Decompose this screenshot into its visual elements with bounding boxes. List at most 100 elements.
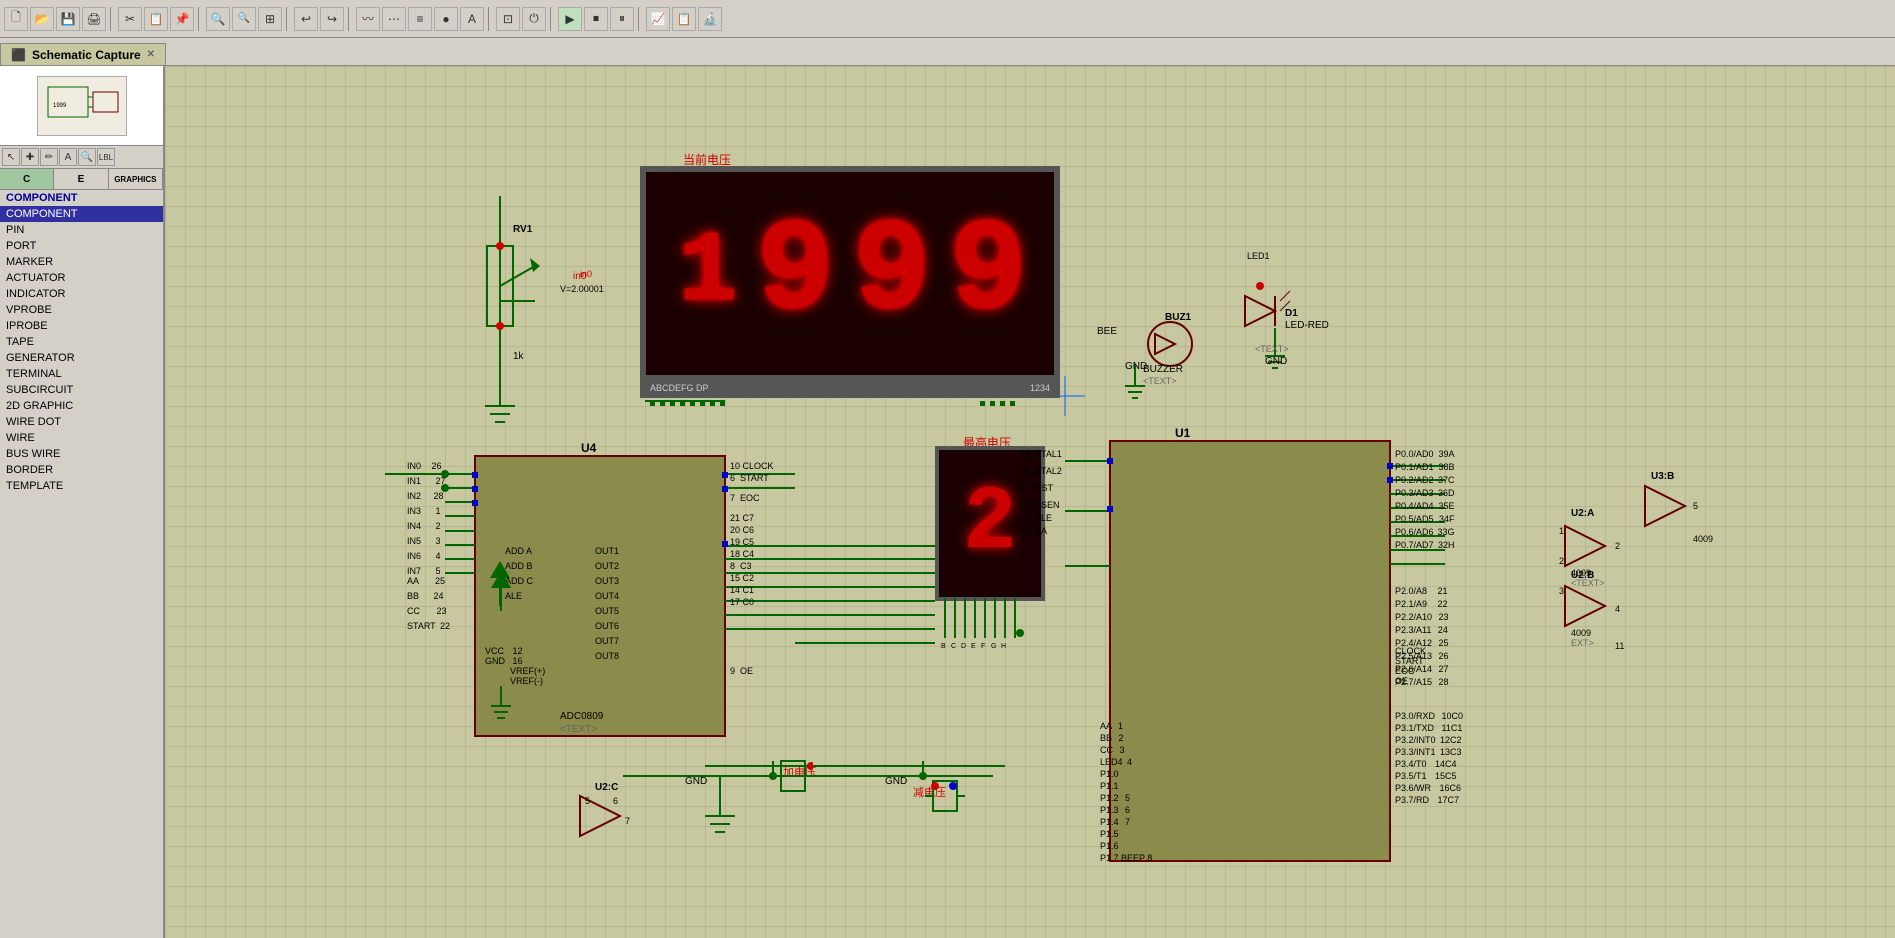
save-btn[interactable]: 💾 [56,7,80,31]
u4-left-pins-2: AA 25 BB 24 CC 23 START 22 [407,576,450,631]
pause-btn[interactable]: ⏸ [610,7,634,31]
log-btn[interactable]: 📋 [672,7,696,31]
new-btn[interactable]: 🗋 [4,7,28,31]
left-panel: 1999 ↖ ✚ ✏ A 🔍 LBL C E GRAPHIC [0,66,165,938]
u3b-label: U3:B [1651,471,1674,482]
vcc-power-symbol [481,561,521,611]
cut-btn[interactable]: ✂ [118,7,142,31]
sep3 [286,7,290,31]
lbl-tool[interactable]: LBL [97,148,115,166]
comp-item-wire[interactable]: WIRE [0,430,163,446]
left-tools: ↖ ✚ ✏ A 🔍 LBL [0,146,163,169]
rv1-value: V=2.00001 [560,284,604,294]
u2b-bot: 11 [1615,641,1624,651]
zoom-in-btn[interactable]: 🔍 [206,7,230,31]
zoom-tool[interactable]: 🔍 [78,148,96,166]
svg-text:G: G [991,643,996,650]
seg-display-pins [640,396,1060,411]
undo-btn[interactable]: ↩ [294,7,318,31]
comp-item-buswire[interactable]: BUS WIRE [0,446,163,462]
u4-chip: ADC0809 [560,711,603,722]
gnd-symbol-u4 [481,686,521,736]
u1-left-pins: 19 18 9 29 30 31 [1020,449,1030,536]
comp-item-generator[interactable]: GENERATOR [0,350,163,366]
u2c-in: 5 [585,796,590,806]
text-tool[interactable]: A [59,148,77,166]
u2a-in2: 2 [1559,556,1564,566]
cat-tab-e[interactable]: E [54,169,108,189]
net-btn[interactable]: ⋯ [382,7,406,31]
comp-item-indicator[interactable]: INDICATOR [0,286,163,302]
u2c-in2: 6 [613,796,618,806]
cat-tab-graphics[interactable]: GRAPHICS [109,169,163,189]
component-section-label: COMPONENT [0,190,163,206]
u1-label: U1 [1175,426,1190,440]
comp-item-pin[interactable]: PIN [0,222,163,238]
move-tool[interactable]: ✚ [21,148,39,166]
svg-text:C: C [951,643,956,650]
component-btn[interactable]: ⊡ [496,7,520,31]
bus-btn[interactable]: ≡ [408,7,432,31]
comp-item-iprobe[interactable]: IPROBE [0,318,163,334]
buzzer-placeholder: <TEXT> [1143,376,1177,386]
paste-btn[interactable]: 📌 [170,7,194,31]
d1-label: D1 [1285,308,1298,319]
schematic-tab[interactable]: ⬛ Schematic Capture ✕ [0,43,166,65]
zoom-fit-btn[interactable]: ⊞ [258,7,282,31]
tab-close-btn[interactable]: ✕ [147,49,155,60]
u4-bottom-pins: VCC 12 GND 16 [485,646,523,666]
redo-btn[interactable]: ↪ [320,7,344,31]
comp-item-template[interactable]: TEMPLATE [0,478,163,494]
comp-item-border[interactable]: BORDER [0,462,163,478]
svg-text:B: B [941,643,946,650]
print-btn[interactable]: 🖨 [82,7,106,31]
select-tool[interactable]: ↖ [2,148,20,166]
u4-oe-pin: 9 OE [730,666,753,676]
comp-item-2dgraphic[interactable]: 2D GRAPHIC [0,398,163,414]
probe-btn[interactable]: 🔬 [698,7,722,31]
wire-btn[interactable]: 〰 [356,7,380,31]
open-btn[interactable]: 📂 [30,7,54,31]
comp-item-actuator[interactable]: ACTUATOR [0,270,163,286]
comp-item-vprobe[interactable]: VPROBE [0,302,163,318]
comp-item-component[interactable]: COMPONENT [0,206,163,222]
d1-text-placeholder: <TEXT> [1255,344,1289,354]
draw-tool[interactable]: ✏ [40,148,58,166]
u2c-label: U2:C [595,782,618,793]
sep6 [550,7,554,31]
comp-item-wiredot[interactable]: WIRE DOT [0,414,163,430]
label-btn[interactable]: A [460,7,484,31]
u4-right-pins: 10 CLOCK 6 START 7 EOC 21 C7 20 C6 19 C5… [730,461,774,607]
u2b-label: U2:B [1571,570,1594,581]
u1-p1-pins: AA 1 BB 2 CC 3 LED4 4 P1.0 P1.1 P1.2 5 P… [1100,721,1152,863]
comp-item-tape[interactable]: TAPE [0,334,163,350]
seg-digit-4: 9 [949,209,1022,339]
u4-text-placeholder: <TEXT> [560,724,597,735]
stop-btn[interactable]: ⏹ [584,7,608,31]
svg-text:D: D [961,643,966,650]
comp-item-port[interactable]: PORT [0,238,163,254]
comp-item-marker[interactable]: MARKER [0,254,163,270]
simulate-btn[interactable]: ▶ [558,7,582,31]
sep7 [638,7,642,31]
u2b-in1: 3 [1559,586,1564,596]
graph-btn[interactable]: 📈 [646,7,670,31]
svg-text:1999: 1999 [53,103,67,109]
sep2 [198,7,202,31]
seg-digit-3: 9 [853,209,926,339]
svg-text:F: F [981,643,985,650]
junction-btn[interactable]: ● [434,7,458,31]
main-area: 1999 ↖ ✚ ✏ A 🔍 LBL C E GRAPHIC [0,66,1895,938]
cat-tab-c[interactable]: C [0,169,54,189]
tab-label: Schematic Capture [32,48,141,62]
comp-item-terminal[interactable]: TERMINAL [0,366,163,382]
small-seg-pins: B C D E F G H [935,598,1045,678]
schematic-canvas[interactable]: 当前电压 最高电压 加电压 减电压 1 9 9 9 ABCDEFG DP 123… [165,66,1895,938]
buzzer-text: BUZZER [1143,364,1183,375]
zoom-out-btn[interactable]: 🔍 [232,7,256,31]
copy-btn[interactable]: 📋 [144,7,168,31]
sep5 [488,7,492,31]
comp-item-subcircuit[interactable]: SUBCIRCUIT [0,382,163,398]
u2b-text: EXT> [1571,638,1594,648]
power-btn[interactable]: ⏻ [522,7,546,31]
